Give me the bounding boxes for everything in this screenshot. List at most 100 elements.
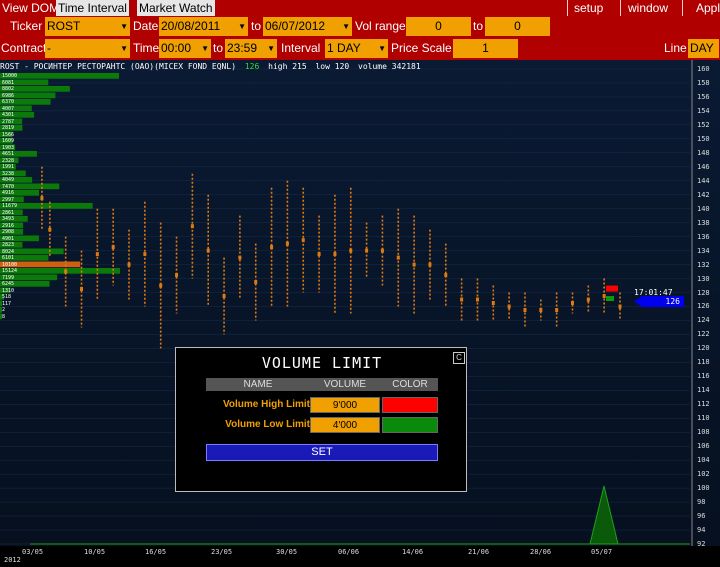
window-menu[interactable]: window	[628, 0, 668, 16]
price-bar-body	[80, 287, 84, 292]
volume-low-limit-label: Volume Low Limit	[225, 419, 310, 430]
volume-profile-label: 3238	[2, 170, 15, 177]
volume-profile-label: 1991	[2, 164, 15, 170]
price-bar-body	[412, 262, 416, 267]
close-icon[interactable]: C	[453, 352, 465, 364]
volume-profile-label: 2823	[2, 242, 15, 248]
chart-symbol-text: ROST - РОСИНТЕР РЕСТОРАНТС (ОАО)(MICEX F…	[0, 62, 237, 71]
date-from-select[interactable]: 20/08/2011 ▼	[159, 17, 248, 36]
volume-low-color-swatch[interactable]	[382, 417, 438, 433]
vol-range-label: Vol range	[355, 19, 406, 33]
contract-label: Contract	[1, 41, 47, 55]
price-tick-label: 142	[697, 190, 710, 199]
price-tick-label: 152	[697, 120, 710, 129]
ticker-select[interactable]: ROST ▼	[45, 17, 130, 36]
contract-select[interactable]: - ▼	[45, 39, 130, 58]
price-tick-label: 158	[697, 78, 710, 87]
time-from-value: 00:00	[161, 41, 192, 55]
price-tick-label: 140	[697, 204, 710, 213]
time-to-value: 23:59	[227, 41, 258, 55]
chevron-down-icon: ▼	[378, 44, 386, 53]
price-tick-label: 138	[697, 218, 710, 227]
date-tick-label: 03/05	[22, 548, 44, 556]
col-name-header: NAME	[243, 379, 273, 390]
set-button[interactable]: SET	[206, 444, 438, 461]
volume-spike	[589, 485, 619, 545]
time-from-select[interactable]: 00:00 ▼	[159, 39, 211, 58]
tab-market-watch[interactable]: Market Watch	[137, 0, 215, 16]
chevron-down-icon: ▼	[120, 22, 128, 31]
tab-view-dom[interactable]: View DOM	[2, 0, 59, 16]
vol-to-input[interactable]: 0	[485, 17, 550, 36]
control-row-2: Contract - ▼ Time 00:00 ▼ to 23:59 ▼ Interv…	[0, 38, 720, 60]
price-tick-label: 118	[697, 358, 710, 367]
volume-profile-label: 3493	[2, 216, 15, 222]
chart-type-select[interactable]: DAY	[688, 39, 719, 58]
price-tick-label: 100	[697, 484, 710, 493]
vol-to-label: to	[473, 19, 484, 33]
date-to-select[interactable]: 06/07/2012 ▼	[263, 17, 352, 36]
volume-profile-label: 6081	[2, 79, 15, 86]
chevron-down-icon: ▼	[267, 44, 275, 53]
volume-high-color-swatch[interactable]	[382, 397, 438, 413]
price-tick-label: 156	[697, 92, 710, 101]
price-tick-label: 114	[697, 386, 710, 395]
price-tick-label: 102	[697, 470, 710, 479]
price-scale-input[interactable]: 1	[453, 39, 518, 58]
price-bar-body	[222, 294, 226, 299]
price-tick-label: 104	[697, 456, 710, 465]
price-tick-label: 128	[697, 288, 710, 297]
volume-profile-label: 8	[2, 313, 6, 320]
price-tick-label: 126	[697, 302, 710, 311]
price-bar-body	[190, 224, 194, 229]
price-bar-body	[206, 248, 210, 253]
volume-profile-label: 6986	[2, 92, 15, 99]
price-bar-body	[111, 245, 115, 250]
vol-from-input[interactable]: 0	[406, 17, 471, 36]
volume-profile-label: 4049	[2, 177, 15, 183]
control-row-1: Ticker ROST ▼ Date 20/08/2011 ▼ to 06/07/2…	[0, 16, 720, 38]
chevron-down-icon: ▼	[342, 22, 350, 31]
dialog-title: VOLUME LIMIT	[261, 354, 383, 372]
volume-low-limit-input[interactable]: 4'000	[310, 417, 380, 433]
price-bar-body	[602, 294, 606, 299]
time-to-select[interactable]: 23:59 ▼	[225, 39, 277, 58]
date-label: Date	[133, 19, 159, 33]
time-label: Time	[133, 41, 160, 55]
volume-profile-label: 7470	[2, 183, 15, 190]
volume-profile-label: 6245	[2, 281, 15, 287]
date-tick-label: 06/06	[338, 548, 360, 556]
price-tick-label: 110	[697, 414, 710, 423]
price-bar-body	[396, 255, 400, 260]
interval-select[interactable]: 1 DAY ▼	[325, 39, 388, 58]
price-tick-label: 130	[697, 274, 710, 283]
volume-profile-label: 4901	[2, 235, 15, 242]
price-bar-body	[285, 241, 289, 246]
volume-profile-label: 1903	[2, 144, 15, 151]
price-tick-label: 148	[697, 148, 710, 157]
price-tick-label: 144	[697, 176, 710, 185]
price-tick-label: 150	[697, 134, 710, 143]
ticker-label: Ticker	[10, 19, 43, 33]
volume-profile-label: 117	[2, 300, 12, 307]
setup-menu[interactable]: setup	[574, 0, 603, 16]
col-volume-header: VOLUME	[323, 379, 367, 390]
price-bar-body	[95, 252, 99, 257]
price-tick-label: 108	[697, 428, 710, 437]
volume-high-limit-row: Volume High Limit 9'000	[206, 396, 438, 416]
col-color-header: COLOR	[392, 379, 428, 390]
volume-high-limit-input[interactable]: 9'000	[310, 397, 380, 413]
tab-time-interval[interactable]: Time Interval	[56, 0, 129, 16]
ticker-value: ROST	[47, 19, 81, 33]
volume-profile-label: 6101	[2, 255, 15, 261]
volume-high-limit-label: Volume High Limit	[222, 399, 310, 410]
price-tick-label: 94	[697, 526, 706, 535]
appl-menu[interactable]: Appl	[696, 0, 720, 16]
volume-profile-label: 2819	[2, 125, 15, 131]
volume-profile-bar	[0, 268, 120, 274]
top-menu-bar: View DOM Time Interval Market Watch setu…	[0, 0, 720, 16]
volume-profile-bar	[0, 73, 120, 79]
price-bar-body	[365, 248, 369, 253]
price-tag-time: 17:01:47	[634, 288, 673, 297]
volume-profile-label: 8802	[2, 86, 15, 92]
